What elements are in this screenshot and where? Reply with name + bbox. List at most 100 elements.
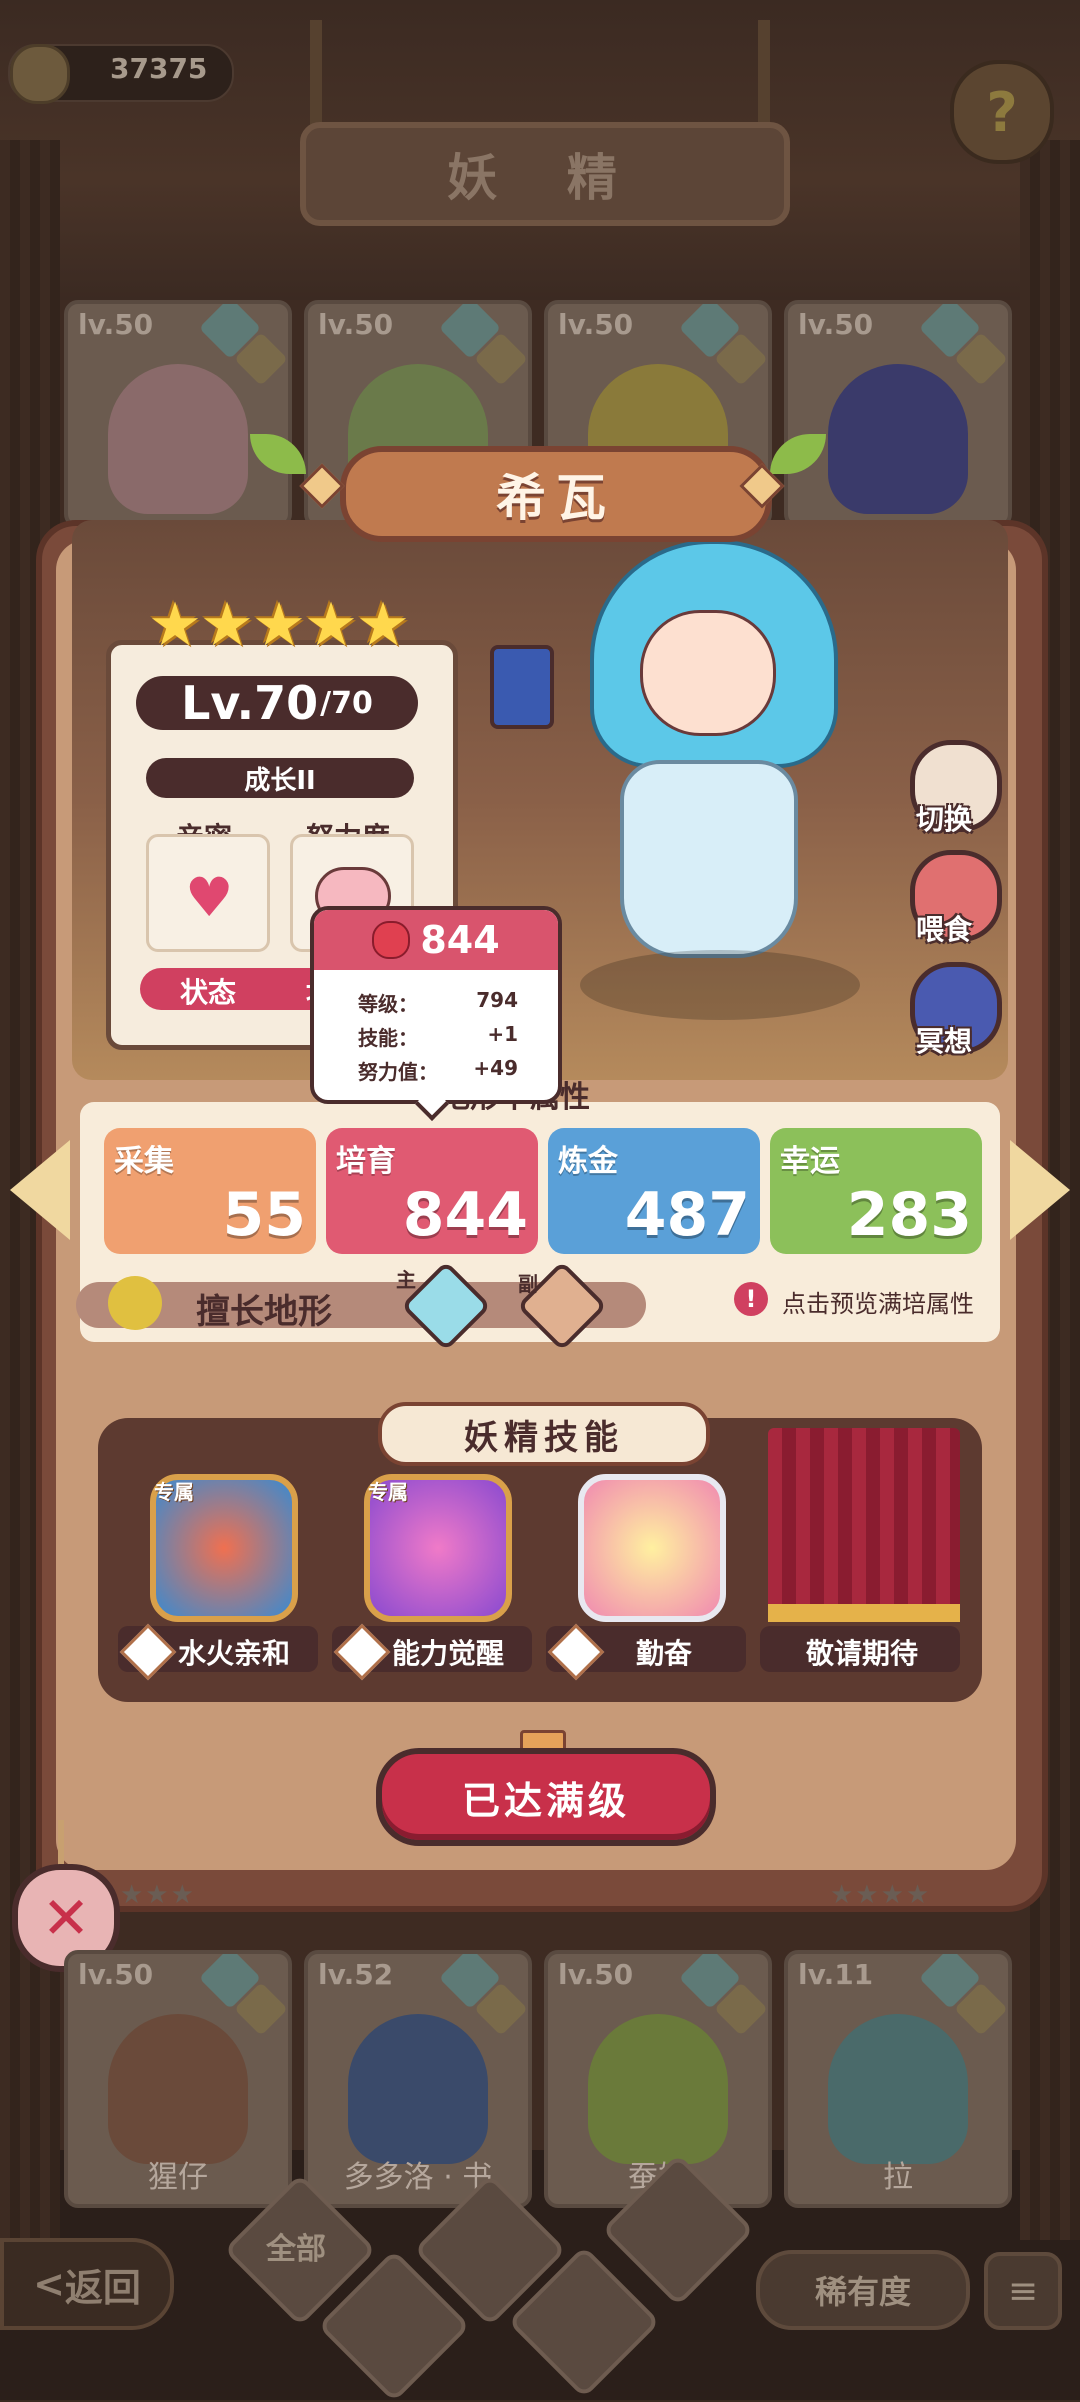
sign-rope-right <box>758 20 770 130</box>
main-terrain-tag: 主 <box>396 1268 416 1292</box>
fairy-character <box>560 520 860 970</box>
fairy-portrait <box>108 2014 248 2164</box>
card-level: lv.50 <box>78 308 154 341</box>
character-shadow <box>580 950 860 1020</box>
name-banner: 希瓦 <box>340 446 772 542</box>
card-name: 猩仔 <box>148 2160 208 2195</box>
tooltip-total: 844 <box>420 918 500 962</box>
back-label: 返回 <box>64 2265 141 2310</box>
chevron-left-icon: < <box>33 2262 65 2306</box>
star-icon: ★ <box>148 590 202 660</box>
level-value: Lv.70 <box>181 676 319 730</box>
tooltip-row-value: +1 <box>487 1022 518 1046</box>
attribute-label: 采集 <box>114 1144 174 1179</box>
attribute-value: 55 <box>222 1180 307 1250</box>
coin-amount: 37375 <box>110 52 208 85</box>
status-label: 状态 <box>180 976 237 1009</box>
sprout-icon <box>108 1276 162 1330</box>
growth-badge: 成长II <box>146 758 414 798</box>
level-max: /70 <box>320 685 373 721</box>
card-stars: ★★★ <box>120 1880 196 1910</box>
fairy-portrait <box>348 2014 488 2164</box>
exclusive-tag: 专属 <box>368 1480 408 1504</box>
fairy-card[interactable]: lv.11 拉 <box>784 1950 1012 2208</box>
fairy-portrait <box>828 2014 968 2164</box>
skill-name: 水火亲和 <box>178 1637 291 1670</box>
exclusive-tag: 专属 <box>154 1480 194 1504</box>
filter-all-label[interactable]: 全部 <box>236 2216 356 2276</box>
card-level: lv.11 <box>798 1958 874 1991</box>
curtain-hem <box>768 1604 960 1622</box>
attribute-gather[interactable]: 采集 55 <box>104 1128 316 1254</box>
apple-icon <box>372 921 411 959</box>
fairy-card[interactable]: lv.50 蚕娘 <box>544 1950 772 2208</box>
card-level: lv.50 <box>78 1958 154 1991</box>
tooltip-row-value: +49 <box>473 1056 518 1080</box>
next-fairy-arrow-icon[interactable] <box>1010 1140 1070 1240</box>
fairy-portrait <box>108 364 248 514</box>
fairy-card[interactable]: lv.50 猩仔 <box>64 1950 292 2208</box>
card-level: lv.50 <box>318 308 394 341</box>
card-icon[interactable] <box>490 645 554 729</box>
rarity-sort-button[interactable]: 稀有度 <box>756 2250 970 2330</box>
coin-icon <box>10 44 70 104</box>
attribute-value: 487 <box>624 1180 750 1250</box>
tooltip-row-value: 794 <box>476 988 518 1012</box>
skill-name: 敬请期待 <box>806 1637 919 1670</box>
star-icon: ★ <box>252 590 306 660</box>
prev-fairy-arrow-icon[interactable] <box>10 1140 70 1240</box>
fairy-name: 希瓦 <box>496 469 616 527</box>
card-level: lv.50 <box>558 1958 634 1991</box>
star-icon: ★ <box>200 590 254 660</box>
fairy-portrait <box>588 2014 728 2164</box>
sign-rope-left <box>310 20 322 130</box>
sort-icon[interactable]: ≡ <box>984 2252 1062 2330</box>
attribute-alchemy[interactable]: 炼金 487 <box>548 1128 760 1254</box>
tooltip-row-level: 等级： 794 <box>358 988 518 1017</box>
level-display: Lv.70/70 <box>136 676 418 730</box>
star-icon: ★ <box>356 590 410 660</box>
back-button[interactable]: < 返回 <box>0 2238 174 2330</box>
fairy-card[interactable]: lv.50 <box>784 300 1012 528</box>
card-level: lv.52 <box>318 1958 394 1991</box>
card-stars: ★★★★ <box>830 1880 932 1910</box>
attribute-value: 844 <box>402 1180 528 1250</box>
meditate-label: 冥想 <box>916 1025 973 1058</box>
switch-label: 切换 <box>916 803 973 836</box>
question-icon[interactable]: ? <box>950 60 1054 164</box>
skill-name: 勤奋 <box>636 1637 693 1670</box>
terrain-label: 擅长地形 <box>196 1292 332 1332</box>
nurture-tooltip: 844 等级： 794 技能： +1 努力值： +49 <box>310 906 562 1104</box>
skills-title: 妖精技能 <box>378 1402 710 1466</box>
tooltip-row-skill: 技能： +1 <box>358 1022 518 1051</box>
page-title: 妖 精 <box>300 122 790 226</box>
preview-full-stats-link[interactable]: 点击预览满培属性 <box>782 1284 974 1319</box>
tooltip-row-label: 努力值： <box>358 1060 438 1084</box>
attribute-label: 幸运 <box>780 1144 840 1179</box>
max-level-button[interactable]: 已达满级 <box>376 1748 716 1846</box>
warning-icon[interactable]: ! <box>734 1282 768 1316</box>
fairy-portrait <box>828 364 968 514</box>
close-string <box>58 1820 64 1870</box>
attribute-value: 283 <box>846 1180 972 1250</box>
tooltip-row-effort: 努力值： +49 <box>358 1056 518 1085</box>
intimacy-box[interactable]: ♥ <box>146 834 270 952</box>
attribute-nurture[interactable]: 培育 844 <box>326 1128 538 1254</box>
card-level: lv.50 <box>558 308 634 341</box>
skill-name: 能力觉醒 <box>392 1637 505 1670</box>
locked-skill-curtain <box>768 1428 960 1622</box>
card-name: 拉 <box>883 2160 913 2195</box>
attribute-label: 培育 <box>336 1144 396 1179</box>
star-icon: ★ <box>304 590 358 660</box>
feed-label: 喂食 <box>916 913 973 946</box>
attribute-label: 炼金 <box>558 1144 618 1179</box>
attribute-luck[interactable]: 幸运 283 <box>770 1128 982 1254</box>
tooltip-row-label: 技能： <box>358 1026 418 1050</box>
fairy-card[interactable]: lv.50 <box>64 300 292 528</box>
tooltip-header: 844 <box>314 910 558 970</box>
fairy-card[interactable]: lv.52 多多洛 · 书 <box>304 1950 532 2208</box>
card-level: lv.50 <box>798 308 874 341</box>
diligent-icon[interactable] <box>578 1474 726 1622</box>
tooltip-row-label: 等级： <box>358 992 418 1016</box>
sub-terrain-tag: 副 <box>518 1272 538 1296</box>
